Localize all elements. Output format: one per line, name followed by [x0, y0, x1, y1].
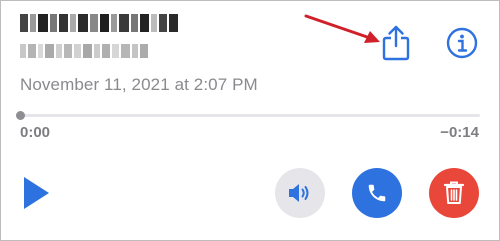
speaker-button[interactable] [275, 168, 325, 218]
share-icon [382, 25, 410, 61]
call-button[interactable] [352, 168, 402, 218]
trash-icon [443, 181, 465, 204]
screenshot-frame [0, 0, 500, 241]
info-button[interactable] [446, 27, 478, 59]
remaining-time: −0:14 [440, 124, 479, 141]
scrubber-knob[interactable] [15, 111, 25, 120]
share-button[interactable] [381, 24, 411, 62]
scrubber-track[interactable] [20, 114, 480, 117]
phone-icon [368, 184, 386, 202]
info-icon [446, 27, 478, 59]
speaker-icon [289, 184, 309, 202]
play-button[interactable] [22, 176, 50, 210]
redacted-title [20, 14, 178, 32]
recording-date: November 11, 2021 at 2:07 PM [20, 75, 258, 94]
play-icon [24, 177, 49, 209]
red-arrow-icon [304, 14, 380, 43]
elapsed-time: 0:00 [20, 124, 51, 141]
delete-button[interactable] [429, 168, 479, 218]
redacted-subtitle [20, 44, 148, 58]
